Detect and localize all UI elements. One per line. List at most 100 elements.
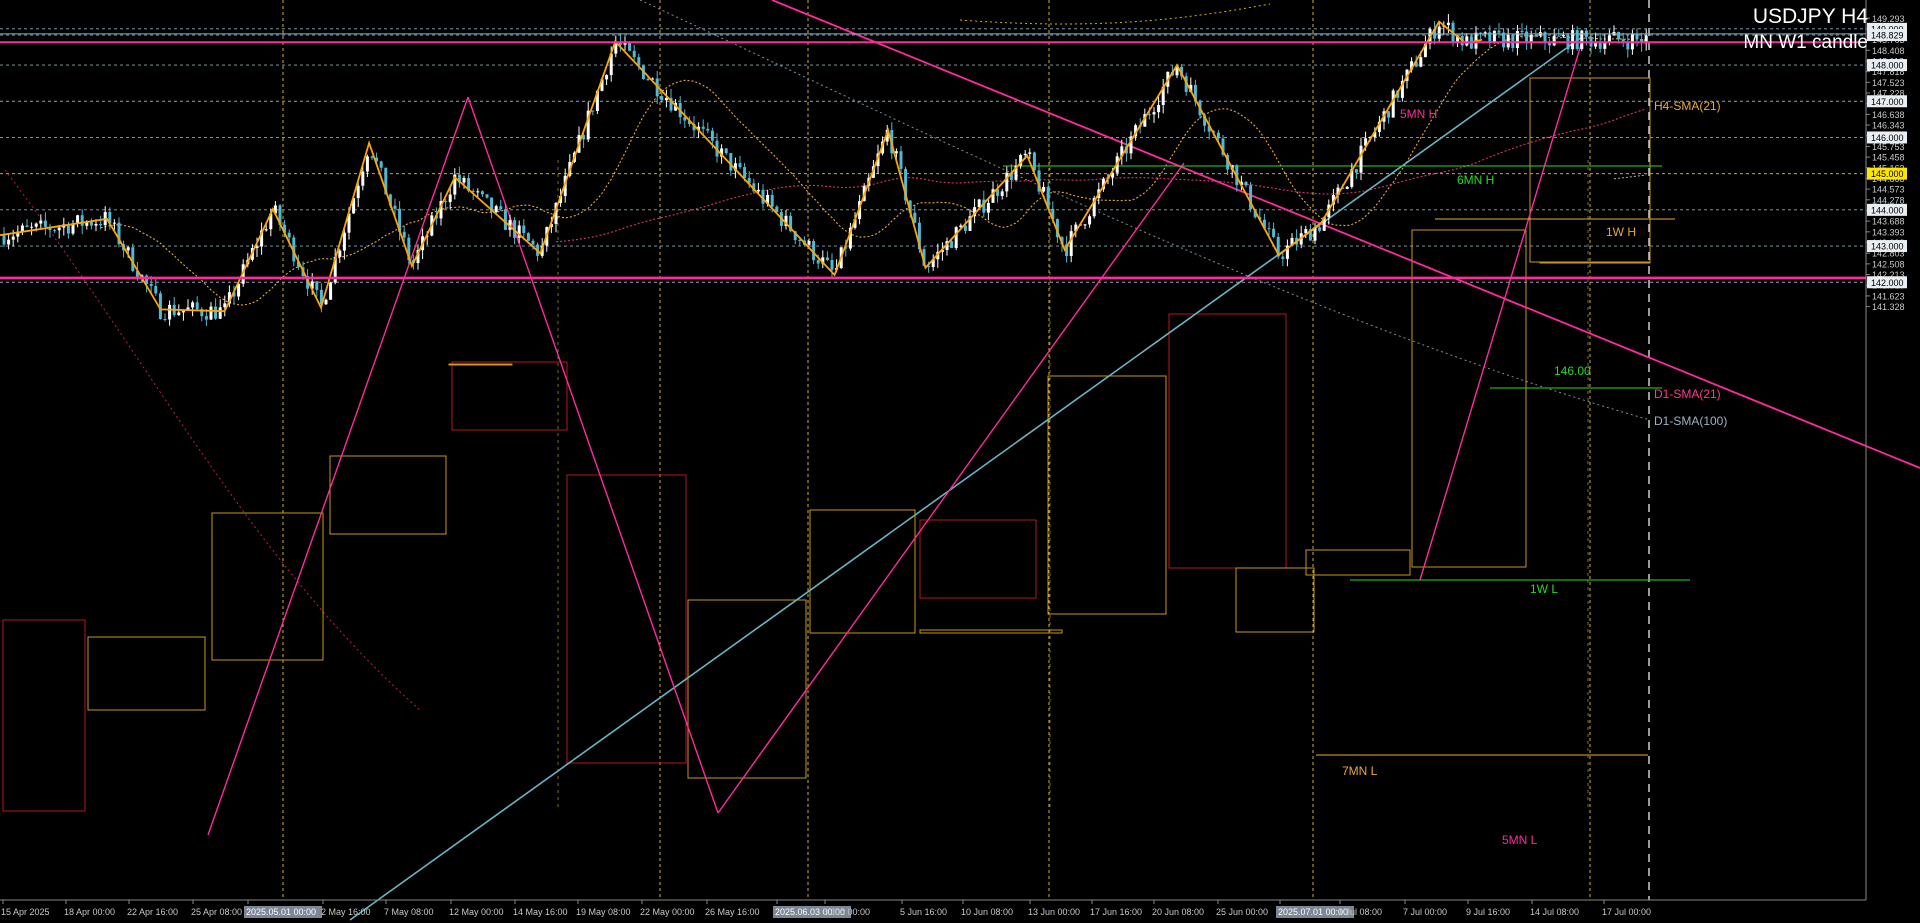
candle-body <box>591 110 595 112</box>
candle-body <box>494 206 498 213</box>
candle-body <box>526 233 530 241</box>
candle-body <box>379 161 383 168</box>
candle-body <box>756 189 760 192</box>
candle-body <box>342 232 346 251</box>
indicator-label: H4-SMA(21) <box>1654 99 1721 113</box>
candle-body <box>1561 35 1565 37</box>
candle-body <box>287 232 291 238</box>
time-tick-label: 9 Jul 16:00 <box>1466 907 1510 917</box>
candle-body <box>39 220 43 224</box>
candle-body <box>324 299 328 305</box>
candle-body <box>34 223 38 227</box>
time-tick-label: 10 Jun 08:00 <box>961 907 1013 917</box>
candle-body <box>43 220 47 227</box>
weekly-box <box>1539 261 1651 264</box>
time-tick-label: 25 Jun 00:00 <box>1216 907 1268 917</box>
candle-body <box>1318 227 1322 231</box>
time-tick-label: 22 Apr 16:00 <box>127 907 178 917</box>
candle-body <box>1557 35 1561 37</box>
candle-body <box>954 227 958 248</box>
candle-body <box>99 223 103 226</box>
candle-body <box>1506 34 1510 48</box>
candle-body <box>986 202 990 213</box>
candle-body <box>531 240 535 245</box>
weekly-box <box>448 363 513 366</box>
candle-body <box>605 75 609 80</box>
chart-title: USDJPY H4 <box>1752 5 1868 28</box>
price-tick-label: 145.458 <box>1872 153 1905 163</box>
candle-body <box>977 199 981 208</box>
candle-body <box>485 194 489 198</box>
indicator-label: D1-SMA(21) <box>1654 387 1721 401</box>
candle-body <box>710 130 714 141</box>
candle-body <box>950 241 954 248</box>
candle-body <box>1617 31 1621 40</box>
candle-body <box>1580 30 1584 49</box>
candle-body <box>393 205 397 209</box>
candle-body <box>499 206 503 210</box>
candle-body <box>770 194 774 207</box>
time-tick-label: 13 Jun 00:00 <box>1028 907 1080 917</box>
candle-body <box>1354 169 1358 173</box>
candle-body <box>1492 30 1496 43</box>
candle-body <box>1626 42 1630 50</box>
time-tick-label: 7 May 08:00 <box>384 907 434 917</box>
candle-body <box>1635 34 1639 40</box>
candle-body <box>71 223 75 234</box>
indicator-label: D1-SMA(100) <box>1654 414 1727 428</box>
price-tick-label: 148.408 <box>1872 46 1905 56</box>
candle-body <box>1552 35 1556 46</box>
price-tick-label: 143.688 <box>1872 217 1905 227</box>
candle-body <box>807 240 811 245</box>
candle-body <box>628 42 632 51</box>
time-tick-label: 14 May 16:00 <box>513 907 568 917</box>
candle-body <box>444 201 448 203</box>
candle-body <box>149 284 153 287</box>
price-marker-label: 145.000 <box>1871 169 1904 179</box>
candle-body <box>1157 105 1161 113</box>
level-label: 1W L <box>1530 582 1558 596</box>
candle-body <box>729 153 733 171</box>
price-marker-label: 147.000 <box>1871 97 1904 107</box>
candle-body <box>356 185 360 199</box>
candle-body <box>177 312 181 316</box>
candle-body <box>1042 186 1046 192</box>
candle-body <box>1088 216 1092 225</box>
candle-body <box>816 260 820 264</box>
candle-body <box>218 307 222 319</box>
candle-body <box>315 281 319 290</box>
candle-body <box>168 304 172 320</box>
candle-body <box>195 302 199 310</box>
candle-body <box>30 226 34 228</box>
time-tick-label: 12 May 00:00 <box>449 907 504 917</box>
candle-body <box>476 191 480 193</box>
price-tick-label: 146.638 <box>1872 110 1905 120</box>
candle-body <box>1387 111 1391 118</box>
candle-body <box>1267 228 1271 230</box>
time-tick-label: 17 Jul 00:00 <box>1602 907 1651 917</box>
candle-body <box>1520 31 1524 33</box>
candle-body <box>743 167 747 178</box>
candle-body <box>963 225 967 231</box>
price-chart[interactable]: 5MN H 6MN H 1W H 146.00 1W L 7MN L 5MN L H4-SMA… <box>0 0 1920 923</box>
price-tick-label: 144.278 <box>1872 195 1905 205</box>
price-tick-label: 147.523 <box>1872 78 1905 88</box>
candle-body <box>1028 152 1032 154</box>
price-tick-label: 141.623 <box>1872 291 1905 301</box>
candle-body <box>899 151 903 169</box>
candle-body <box>1446 22 1450 26</box>
candle-body <box>1272 228 1276 237</box>
candle-body <box>825 257 829 261</box>
candle-body <box>480 191 484 195</box>
level-label: 1W H <box>1606 225 1636 239</box>
candle-body <box>448 194 452 203</box>
candle-body <box>112 222 116 224</box>
candle-body <box>1345 186 1349 189</box>
candle-body <box>1032 152 1036 171</box>
candle-body <box>503 209 507 230</box>
candle-body <box>1152 112 1156 115</box>
candle-body <box>1023 153 1027 156</box>
candle-body <box>1359 145 1363 173</box>
candle-body <box>365 156 369 172</box>
level-label: 146.00 <box>1554 364 1591 378</box>
